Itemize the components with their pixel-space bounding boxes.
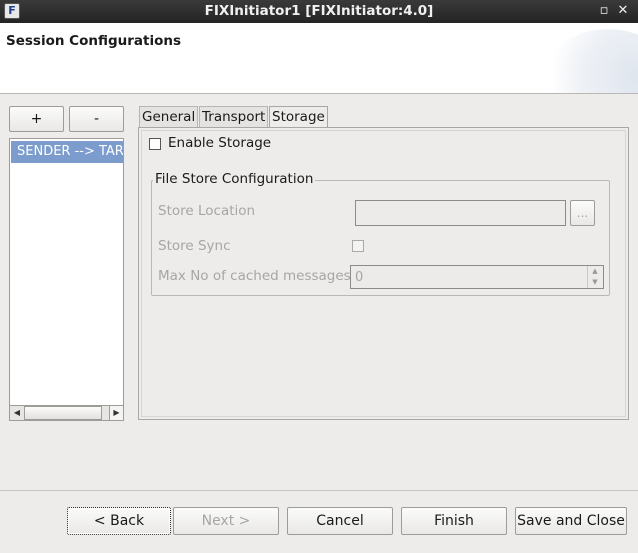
window-title: FIXInitiator1 [FIXInitiator:4.0]	[204, 3, 434, 19]
max-cached-label: Max No of cached messages	[158, 268, 351, 284]
store-sync-checkbox[interactable]	[352, 240, 364, 252]
scroll-right-icon[interactable]: ▶	[109, 406, 123, 420]
list-item[interactable]: SENDER --> TARGET	[11, 141, 123, 163]
page-header: Session Configurations	[0, 23, 638, 94]
store-location-input[interactable]	[355, 200, 566, 226]
minimize-icon[interactable]: ▫	[595, 2, 613, 20]
tab-general[interactable]: General	[139, 106, 199, 127]
max-cached-input[interactable]	[350, 265, 604, 289]
cancel-button[interactable]: Cancel	[287, 507, 393, 535]
file-store-group-title: File Store Configuration	[153, 171, 316, 187]
back-button[interactable]: < Back	[67, 507, 171, 535]
remove-session-button[interactable]: -	[69, 106, 124, 132]
store-sync-label: Store Sync	[158, 238, 231, 254]
enable-storage-checkbox[interactable]	[149, 138, 161, 150]
finish-button[interactable]: Finish	[401, 507, 507, 535]
spin-down-icon[interactable]: ▼	[588, 277, 602, 288]
tab-transport[interactable]: Transport	[199, 106, 269, 127]
add-session-button[interactable]: +	[9, 106, 64, 132]
title-bar: F FIXInitiator1 [FIXInitiator:4.0] ▫ ✕	[0, 0, 638, 23]
spin-up-icon[interactable]: ▲	[588, 266, 602, 277]
page-title: Session Configurations	[6, 33, 182, 49]
tab-storage[interactable]: Storage	[269, 106, 328, 128]
store-location-label: Store Location	[158, 203, 256, 219]
footer-separator	[0, 490, 638, 491]
browse-button[interactable]: ...	[570, 200, 595, 226]
save-and-close-button[interactable]: Save and Close	[515, 507, 627, 535]
session-list[interactable]: SENDER --> TARGET	[9, 138, 124, 405]
header-decoration	[538, 29, 638, 93]
session-list-scrollbar[interactable]: ◀ ▶	[9, 405, 124, 421]
max-cached-spinner[interactable]: ▲ ▼	[587, 266, 602, 288]
scroll-thumb[interactable]	[24, 406, 102, 420]
enable-storage-label: Enable Storage	[168, 135, 272, 151]
close-icon[interactable]: ✕	[614, 2, 632, 20]
next-button[interactable]: Next >	[173, 507, 279, 535]
scroll-left-icon[interactable]: ◀	[10, 406, 24, 420]
